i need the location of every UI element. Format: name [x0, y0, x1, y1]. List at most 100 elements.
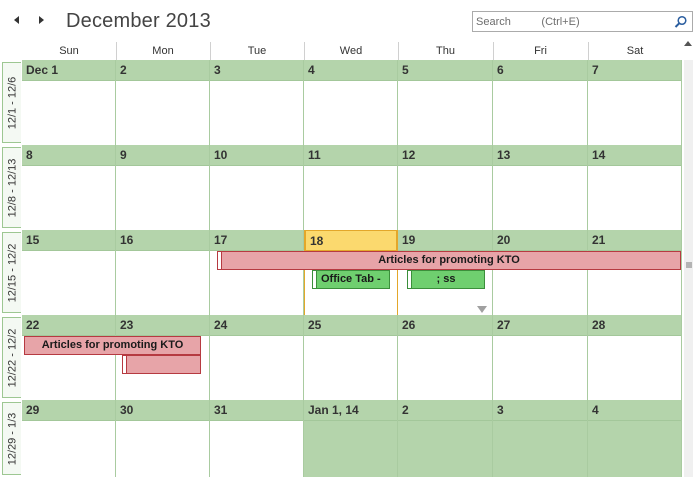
scroll-up-arrow-icon[interactable] — [683, 36, 693, 46]
day-number: 9 — [116, 145, 209, 166]
event-title: Articles for promoting KTO — [378, 254, 520, 266]
day-cell[interactable]: 5 — [398, 60, 493, 145]
day-header-thu: Thu — [436, 45, 455, 57]
day-cell[interactable]: 4 — [588, 400, 682, 477]
day-number: 2 — [398, 400, 492, 421]
day-cell[interactable]: 3 — [493, 400, 588, 477]
day-header-fri: Fri — [534, 45, 547, 57]
week-label[interactable]: 12/15 - 12/2 — [2, 232, 21, 313]
week-label-text: 12/29 - 1/3 — [6, 412, 18, 465]
day-cell[interactable]: 13 — [493, 145, 588, 230]
day-cell[interactable]: 24 — [210, 315, 304, 400]
search-box[interactable] — [472, 11, 693, 32]
day-cell[interactable]: 14 — [588, 145, 682, 230]
day-cell[interactable]: 2 — [116, 60, 210, 145]
header-separator — [116, 42, 117, 60]
day-number: 26 — [398, 315, 492, 336]
day-header-sun: Sun — [59, 45, 79, 57]
day-cell[interactable]: 28 — [588, 315, 682, 400]
week-label[interactable]: 12/29 - 1/3 — [2, 402, 21, 475]
day-number: 8 — [22, 145, 115, 166]
scroll-marker-icon[interactable] — [686, 255, 692, 268]
day-cell[interactable]: Jan 1, 14 — [304, 400, 398, 477]
search-icon[interactable] — [674, 15, 688, 29]
day-number: 7 — [588, 60, 681, 81]
day-cell[interactable]: 26 — [398, 315, 493, 400]
day-cell[interactable]: 22 — [22, 315, 116, 400]
week-label-text: 12/22 - 12/2 — [6, 328, 18, 387]
day-number: 24 — [210, 315, 303, 336]
day-number: 21 — [588, 230, 681, 251]
day-cell[interactable]: 15 — [22, 230, 116, 315]
day-number: 2 — [116, 60, 209, 81]
event-title: Office Tab - — [321, 273, 381, 285]
week-label[interactable]: 12/22 - 12/2 — [2, 317, 21, 398]
search-input[interactable] — [473, 12, 669, 31]
day-cell[interactable]: 2 — [398, 400, 493, 477]
event-title: ; ss — [436, 273, 456, 285]
day-cell[interactable]: 29 — [22, 400, 116, 477]
day-number: 5 — [398, 60, 492, 81]
day-number: 25 — [304, 315, 397, 336]
day-number: 3 — [210, 60, 303, 81]
day-cell[interactable]: 7 — [588, 60, 682, 145]
day-number: 28 — [588, 315, 681, 336]
day-cell[interactable]: 6 — [493, 60, 588, 145]
event-mon-23[interactable] — [122, 355, 201, 374]
previous-month-arrow-icon[interactable] — [10, 13, 24, 27]
header-separator — [588, 42, 589, 60]
day-number: Jan 1, 14 — [304, 400, 397, 421]
day-number: 4 — [588, 400, 681, 421]
day-cell[interactable]: Dec 1 — [22, 60, 116, 145]
header-separator — [304, 42, 305, 60]
week-label-text: 12/1 - 12/6 — [6, 76, 18, 129]
more-events-arrow-icon[interactable] — [477, 300, 487, 313]
day-number: 23 — [116, 315, 209, 336]
day-cell[interactable]: 11 — [304, 145, 398, 230]
day-number: 30 — [116, 400, 209, 421]
next-month-arrow-icon[interactable] — [34, 13, 48, 27]
day-number: 29 — [22, 400, 115, 421]
day-cell[interactable]: 21 — [588, 230, 682, 315]
day-cell[interactable]: 27 — [493, 315, 588, 400]
week-label[interactable]: 12/1 - 12/6 — [2, 62, 21, 143]
day-number: 4 — [304, 60, 397, 81]
day-cell[interactable]: 31 — [210, 400, 304, 477]
day-cell[interactable]: 20 — [493, 230, 588, 315]
day-number: 18 — [305, 230, 397, 251]
day-header-tue: Tue — [247, 45, 267, 57]
day-cell[interactable]: 10 — [210, 145, 304, 230]
day-number: 11 — [304, 145, 397, 166]
header-separator — [210, 42, 211, 60]
day-number: 6 — [493, 60, 587, 81]
day-number: 14 — [588, 145, 681, 166]
day-number: 16 — [116, 230, 209, 251]
day-number: 27 — [493, 315, 587, 336]
event-office-tab[interactable]: Office Tab - — [312, 270, 390, 289]
event-articles-promoting-kto[interactable]: Articles for promoting KTO — [217, 251, 681, 270]
vertical-scrollbar[interactable] — [684, 60, 693, 477]
day-number: 15 — [22, 230, 115, 251]
day-cell[interactable]: 30 — [116, 400, 210, 477]
day-cell[interactable]: 25 — [304, 315, 398, 400]
day-cell[interactable]: 12 — [398, 145, 493, 230]
day-number: 17 — [210, 230, 303, 251]
header-separator — [398, 42, 399, 60]
week-label-text: 12/8 - 12/13 — [6, 158, 18, 217]
week-label[interactable]: 12/8 - 12/13 — [2, 147, 21, 228]
event-thu[interactable]: ; ss — [407, 270, 485, 289]
month-title: December 2013 — [66, 10, 211, 32]
day-number: 13 — [493, 145, 587, 166]
day-number: 31 — [210, 400, 303, 421]
day-cell[interactable]: 17 — [210, 230, 304, 315]
day-cell[interactable]: 8 — [22, 145, 116, 230]
event-title: Articles for promoting KTO — [41, 339, 184, 351]
day-cell[interactable]: 4 — [304, 60, 398, 145]
event-articles-promoting-kto-week4[interactable]: Articles for promoting KTO — [24, 336, 201, 355]
week-label-text: 12/15 - 12/2 — [6, 243, 18, 302]
day-header-mon: Mon — [152, 45, 174, 57]
day-cell[interactable]: 16 — [116, 230, 210, 315]
day-header-wed: Wed — [339, 45, 363, 57]
day-cell[interactable]: 3 — [210, 60, 304, 145]
day-cell[interactable]: 9 — [116, 145, 210, 230]
